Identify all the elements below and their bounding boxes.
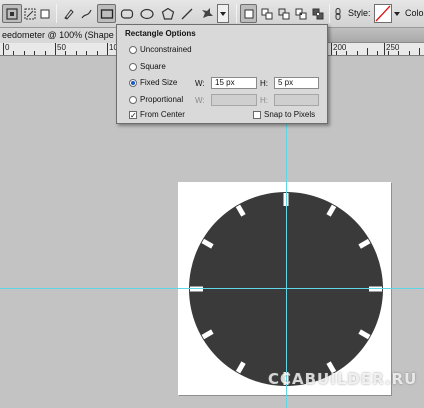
ruler-minor-tick [97,51,98,55]
add-to-shape-area-icon[interactable] [259,4,275,23]
ruler-tick [331,43,332,55]
rectangle-icon[interactable] [97,4,116,23]
fixed-width-field[interactable]: 15 px [211,77,257,89]
panel-title: Rectangle Options [125,29,196,38]
unconstrained-label: Unconstrained [140,45,192,54]
horizontal-guide[interactable] [0,288,424,289]
ruler-minor-tick [346,51,347,55]
proportional-height-field[interactable] [274,94,319,106]
create-new-shape-area-icon[interactable] [240,4,257,23]
ruler-minor-tick [107,48,108,55]
height-label: H: [260,79,268,88]
proportional-width-label: W: [195,96,205,105]
ruler-minor-tick [24,51,25,55]
ruler-minor-tick [419,48,420,55]
ruler-minor-tick [367,48,368,55]
fixed-size-label: Fixed Size [140,78,178,87]
square-option[interactable]: Square [129,62,166,71]
proportional-option[interactable]: Proportional [129,95,183,104]
pen-icon[interactable] [60,4,77,23]
unconstrained-radio[interactable] [129,45,137,54]
style-swatch-icon[interactable] [374,4,392,23]
ruler-minor-tick [377,51,378,55]
snap-to-pixels-checkbox[interactable] [253,110,261,119]
document-tab[interactable]: eedometer @ 100% (Shape [0,28,119,43]
ruler-minor-tick [3,48,4,55]
ellipse-icon[interactable] [138,4,156,23]
square-label: Square [140,62,166,71]
watermark-logo: CCABUILDER.RU [268,370,418,388]
ruler-minor-tick [34,51,35,55]
snap-to-pixels-option[interactable]: Snap to Pixels [253,110,315,119]
ruler-minor-tick [86,51,87,55]
paths-icon[interactable] [22,4,38,23]
ruler-minor-tick [388,51,389,55]
toolbar-separator [236,4,237,23]
fixed-size-radio[interactable] [129,78,137,87]
rounded-rectangle-icon[interactable] [118,4,136,23]
width-label: W: [195,79,205,88]
ruler-minor-tick [336,51,337,55]
polygon-icon[interactable] [159,4,176,23]
style-label: Style: [348,8,371,18]
from-center-checkbox[interactable]: ✓ [129,110,137,119]
geometry-options-dropdown-icon[interactable] [217,4,229,23]
ruler-minor-tick [409,51,410,55]
proportional-width-field[interactable] [211,94,257,106]
line-icon[interactable] [178,4,195,23]
ruler-minor-tick [65,51,66,55]
from-center-label: From Center [140,110,185,119]
fill-pixels-icon[interactable] [38,4,52,23]
ruler-minor-tick [45,51,46,55]
from-center-option[interactable]: ✓ From Center [129,110,185,119]
dropdown-arrow-icon[interactable] [393,4,401,23]
ruler-minor-tick [357,51,358,55]
proportional-label: Proportional [140,95,184,104]
ruler-label: 0 [5,43,10,52]
intersect-shape-areas-icon[interactable] [293,4,309,23]
color-label: Colo [405,8,424,18]
proportional-height-label: H: [260,96,268,105]
ruler-minor-tick [55,48,56,55]
square-radio[interactable] [129,62,137,71]
link-icon[interactable] [332,4,344,23]
freeform-pen-icon[interactable] [78,4,95,23]
ruler-tick [384,43,385,55]
toolbar-separator [56,4,57,23]
proportional-radio[interactable] [129,95,137,104]
ruler-minor-tick [76,51,77,55]
fixed-height-field[interactable]: 5 px [274,77,319,89]
ruler-label: 200 [333,43,347,52]
tool-preset-icon[interactable] [2,4,22,23]
snap-to-pixels-label: Snap to Pixels [264,110,316,119]
ruler-minor-tick [13,51,14,55]
rectangle-options-panel: Rectangle Options Unconstrained Square F… [116,24,328,124]
ruler-minor-tick [398,51,399,55]
unconstrained-option[interactable]: Unconstrained [129,45,192,54]
exclude-overlapping-icon[interactable] [310,4,326,23]
subtract-from-shape-area-icon[interactable] [276,4,292,23]
toolbar-separator [329,4,330,23]
fixed-size-option[interactable]: Fixed Size [129,78,177,87]
custom-shape-icon[interactable] [198,4,215,23]
